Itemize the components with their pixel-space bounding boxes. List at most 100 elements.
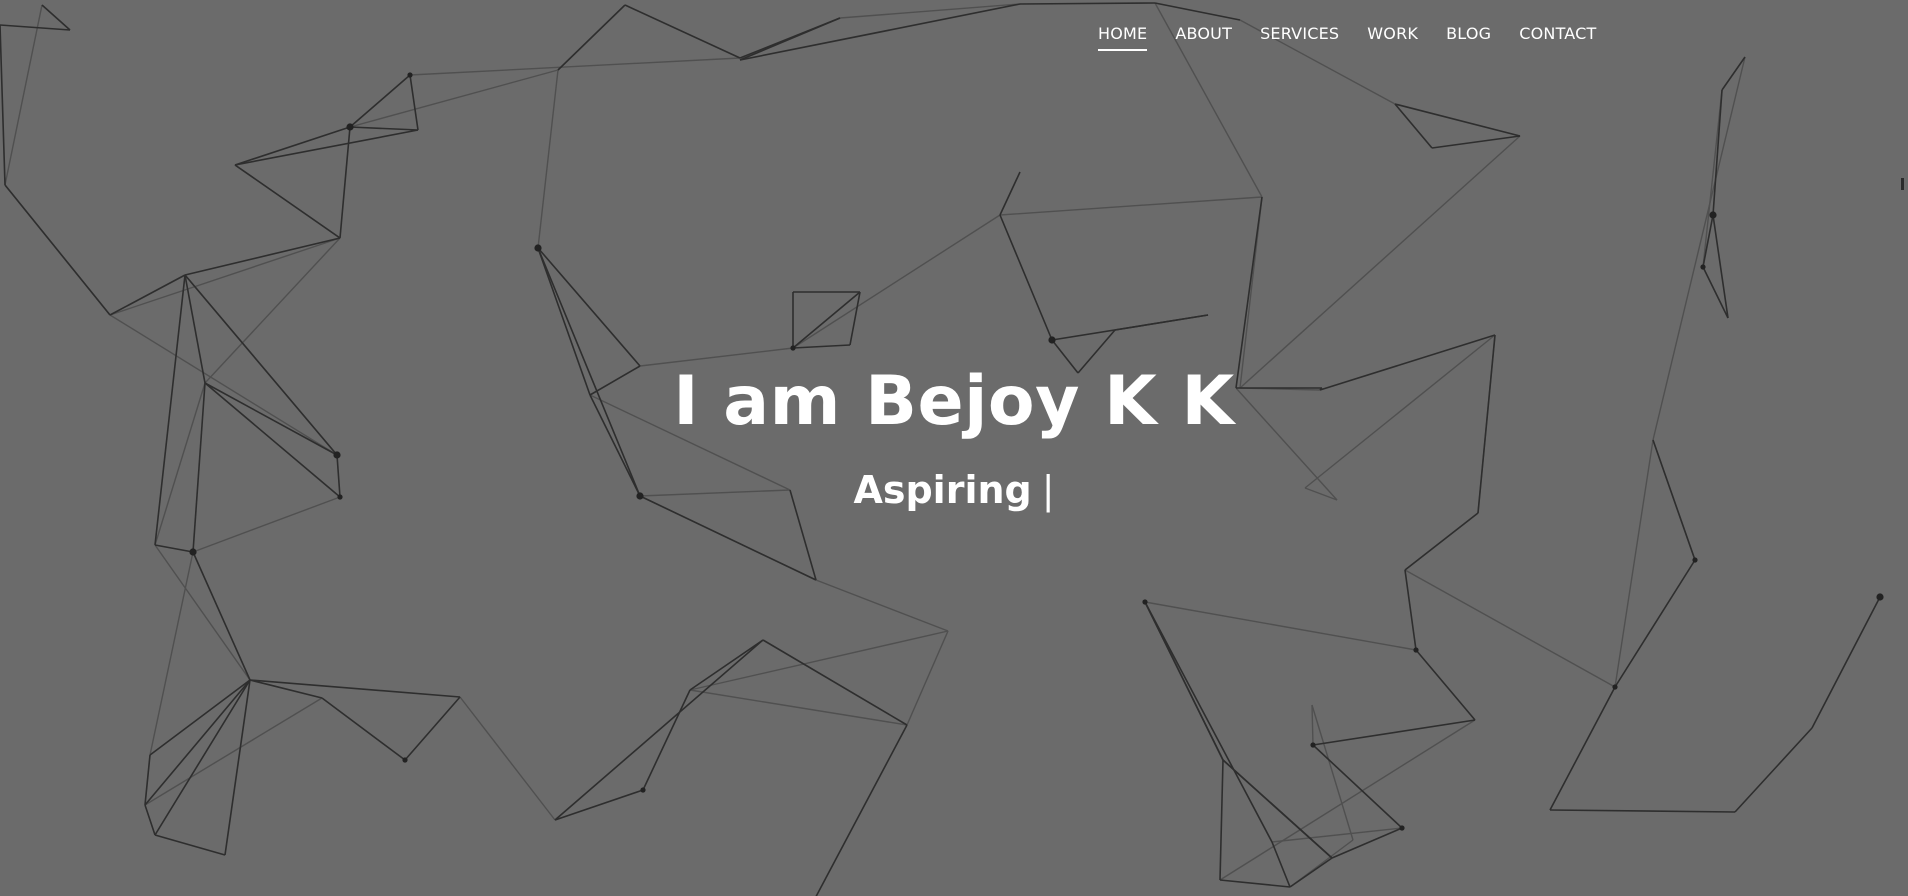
particle-network-background <box>0 2 1884 896</box>
network-node <box>790 345 796 351</box>
network-line <box>0 24 71 31</box>
network-line <box>1235 196 1263 389</box>
network-line <box>1394 103 1433 149</box>
network-line <box>1415 649 1476 721</box>
network-line <box>349 126 419 131</box>
network-line <box>1144 601 1273 843</box>
nav-services[interactable]: SERVICES <box>1260 24 1339 51</box>
network-line <box>537 247 641 367</box>
network-node <box>1048 336 1056 344</box>
network-line <box>906 630 949 726</box>
network-node <box>1142 599 1148 605</box>
network-line <box>1404 569 1417 651</box>
nav-work[interactable]: WORK <box>1367 24 1418 51</box>
network-line <box>1051 314 1209 341</box>
nav-contact[interactable]: CONTACT <box>1519 24 1596 51</box>
network-line <box>554 639 764 821</box>
network-line <box>1312 744 1403 829</box>
network-node <box>333 451 341 459</box>
network-line <box>815 579 949 632</box>
typed-text: Aspiring <box>853 468 1032 512</box>
network-line <box>642 689 691 791</box>
network-line <box>109 237 341 316</box>
network-line <box>1394 103 1521 137</box>
network-line <box>762 639 908 726</box>
network-node <box>1310 742 1316 748</box>
network-line <box>1289 857 1333 888</box>
network-line <box>149 551 194 756</box>
network-line <box>1614 559 1696 688</box>
network-line <box>154 544 251 681</box>
network-line <box>689 689 908 726</box>
network-line <box>1431 135 1521 149</box>
network-line <box>1154 2 1241 21</box>
network-node <box>407 72 413 78</box>
network-line <box>41 4 71 31</box>
network-line <box>689 630 949 691</box>
hero-subtitle: Aspiring | <box>0 468 1908 512</box>
network-node <box>640 787 646 793</box>
nav-about[interactable]: ABOUT <box>1175 24 1232 51</box>
network-node <box>534 244 542 252</box>
network-line <box>1549 686 1616 811</box>
network-line <box>154 544 194 553</box>
network-node <box>189 548 197 556</box>
nav-blog[interactable]: BLOG <box>1446 24 1491 51</box>
network-line <box>999 214 1053 341</box>
network-line <box>1712 89 1723 216</box>
network-line <box>1219 719 1476 881</box>
network-line <box>154 679 251 836</box>
hero-title: I am Bejoy K K <box>673 362 1235 441</box>
network-line <box>409 57 741 76</box>
network-line <box>154 834 226 856</box>
network-line <box>109 274 186 316</box>
network-line <box>1144 601 1417 651</box>
network-line <box>1702 89 1723 268</box>
network-line <box>409 74 419 131</box>
network-line <box>1239 135 1521 389</box>
network-node <box>1700 264 1706 270</box>
network-line <box>459 696 556 821</box>
hero-section: HOME ABOUT SERVICES WORK BLOG CONTACT I … <box>0 0 1908 896</box>
network-line <box>1311 704 1314 746</box>
network-line <box>839 3 1021 19</box>
network-line <box>1311 704 1354 841</box>
network-line <box>144 804 156 836</box>
scrollbar[interactable] <box>1894 0 1908 896</box>
network-node <box>1399 825 1405 831</box>
network-node <box>1876 593 1884 601</box>
network-line <box>739 3 1021 61</box>
nav-home[interactable]: HOME <box>1098 24 1148 51</box>
network-line <box>1404 512 1479 571</box>
network-line <box>624 4 741 59</box>
network-line <box>349 69 559 128</box>
network-line <box>1734 727 1813 813</box>
network-line <box>1404 569 1616 688</box>
network-line <box>999 196 1263 216</box>
network-line <box>1019 2 1156 5</box>
network-node <box>1692 557 1698 563</box>
scrollbar-thumb[interactable] <box>1901 178 1904 190</box>
network-line <box>1219 879 1291 888</box>
network-line <box>815 724 908 896</box>
network-line <box>554 789 644 821</box>
network-node <box>346 123 354 131</box>
network-line <box>537 69 559 249</box>
main-nav: HOME ABOUT SERVICES WORK BLOG CONTACT <box>1098 24 1597 51</box>
network-line <box>321 697 406 761</box>
network-line <box>1811 596 1881 729</box>
network-line <box>792 291 861 349</box>
network-node <box>402 757 408 763</box>
network-line <box>1549 809 1736 813</box>
network-line <box>1271 841 1291 888</box>
network-node <box>1709 211 1717 219</box>
network-line <box>0 24 6 186</box>
network-line <box>404 696 461 761</box>
network-line <box>1144 601 1224 761</box>
typing-cursor: | <box>1041 468 1055 512</box>
network-line <box>557 4 626 71</box>
network-line <box>4 184 111 316</box>
network-line <box>4 4 43 186</box>
network-line <box>234 164 341 239</box>
network-line <box>1312 719 1476 746</box>
